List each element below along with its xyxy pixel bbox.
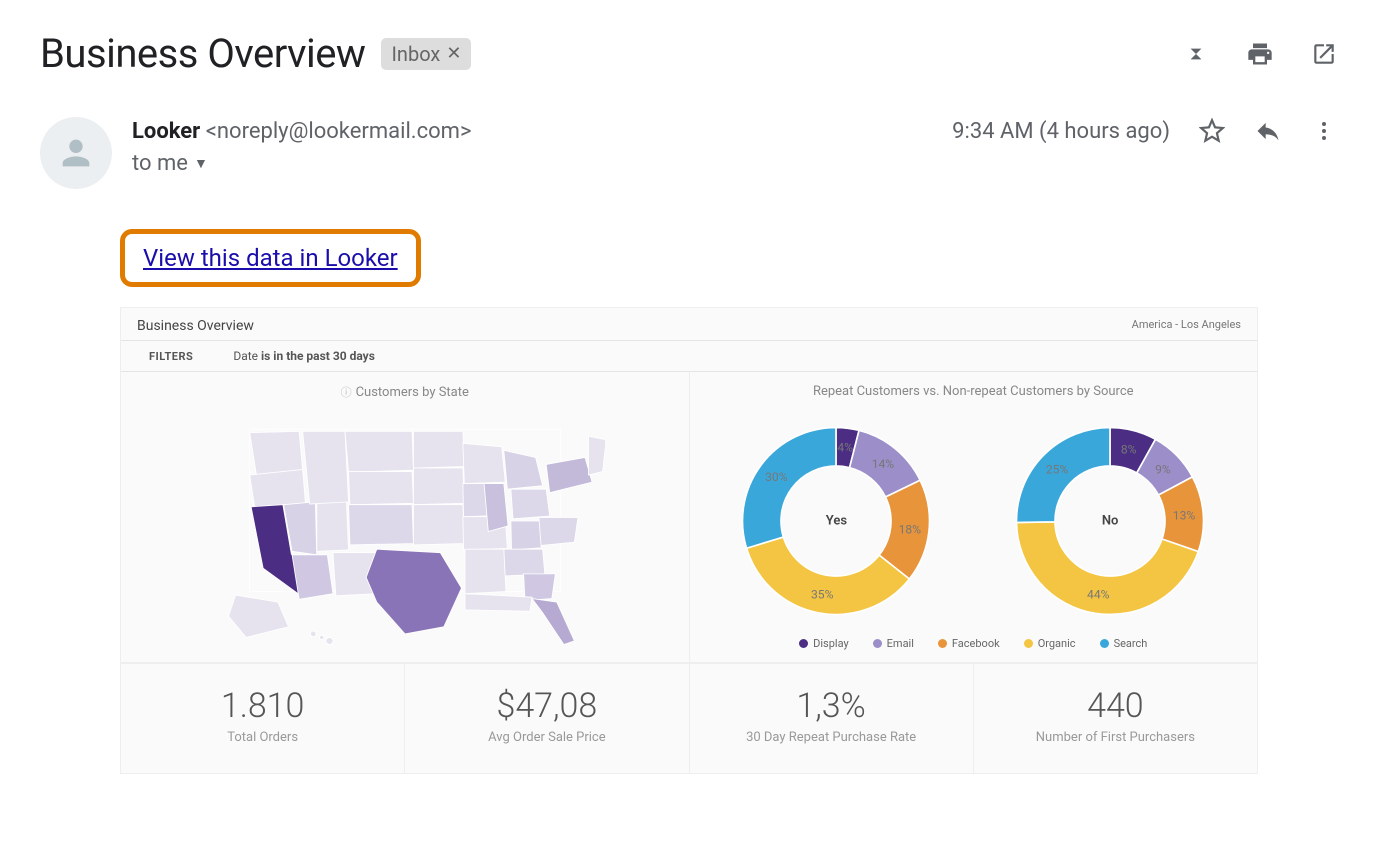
svg-text:30%: 30%: [765, 470, 788, 484]
stat-1: $47,08 Avg Order Sale Price: [404, 664, 688, 773]
svg-text:35%: 35%: [811, 587, 834, 601]
email-timestamp: 9:34 AM (4 hours ago): [952, 119, 1170, 144]
stat-2: 1,3% 30 Day Repeat Purchase Rate: [689, 664, 973, 773]
stat-value: 1.810: [131, 686, 394, 726]
panel2-title: Repeat Customers vs. Non-repeat Customer…: [813, 384, 1134, 399]
donut-no: 8% 9% 13% 44% 25% No: [1000, 411, 1220, 631]
svg-text:9%: 9%: [1155, 462, 1171, 476]
filters-label: FILTERS: [149, 350, 193, 363]
svg-text:25%: 25%: [1046, 462, 1069, 476]
stat-label: Avg Order Sale Price: [415, 730, 678, 745]
stat-3: 440 Number of First Purchasers: [973, 664, 1257, 773]
donut-no-label: No: [1102, 514, 1119, 529]
donut-legend: Display Email Facebook Organic Search: [700, 631, 1248, 654]
svg-text:18%: 18%: [899, 522, 922, 536]
stat-value: 1,3%: [700, 686, 963, 726]
svg-text:13%: 13%: [1173, 509, 1196, 523]
panel1-title: Customers by State: [356, 385, 469, 400]
svg-text:14%: 14%: [872, 457, 895, 471]
inbox-label-text: Inbox: [391, 42, 440, 66]
open-in-new-icon[interactable]: [1310, 40, 1338, 68]
svg-text:44%: 44%: [1087, 588, 1110, 602]
more-vert-icon[interactable]: [1310, 117, 1338, 145]
stat-label: Number of First Purchasers: [984, 730, 1247, 745]
filter-description: Date is in the past 30 days: [233, 349, 375, 363]
dashboard-title: Business Overview: [137, 318, 254, 334]
stat-label: Total Orders: [131, 730, 394, 745]
star-icon[interactable]: [1198, 117, 1226, 145]
inbox-label-chip[interactable]: Inbox ✕: [381, 38, 471, 70]
svg-text:4%: 4%: [838, 441, 854, 455]
collapse-icon[interactable]: [1182, 40, 1210, 68]
sender-name: Looker: [132, 119, 200, 144]
view-in-looker-highlight: View this data in Looker: [120, 229, 421, 287]
donut-yes-label: Yes: [826, 514, 847, 529]
sender-email: <noreply@lookermail.com>: [206, 119, 472, 144]
info-icon: ⓘ: [341, 384, 352, 400]
us-map: [205, 408, 605, 648]
donut-yes: 4% 14% 18% 35% 30% Yes: [726, 411, 946, 631]
dashboard-timezone: America - Los Angeles: [1132, 318, 1241, 334]
stat-label: 30 Day Repeat Purchase Rate: [700, 730, 963, 745]
stat-value: 440: [984, 686, 1247, 726]
repeat-vs-nonrepeat-panel: Repeat Customers vs. Non-repeat Customer…: [689, 372, 1258, 662]
stat-0: 1.810 Total Orders: [121, 664, 404, 773]
stat-value: $47,08: [415, 686, 678, 726]
dashboard-card: Business Overview America - Los Angeles …: [120, 307, 1258, 774]
view-in-looker-link[interactable]: View this data in Looker: [143, 244, 398, 272]
customers-by-state-panel: ⓘ Customers by State: [121, 372, 689, 662]
recipient-details-dropdown-icon[interactable]: ▼: [194, 155, 208, 172]
print-icon[interactable]: [1246, 40, 1274, 68]
reply-icon[interactable]: [1254, 117, 1282, 145]
to-recipient: to me: [132, 151, 188, 176]
svg-text:8%: 8%: [1121, 443, 1137, 457]
email-subject: Business Overview: [40, 30, 365, 77]
sender-avatar[interactable]: [40, 117, 112, 189]
remove-label-icon[interactable]: ✕: [446, 43, 461, 64]
